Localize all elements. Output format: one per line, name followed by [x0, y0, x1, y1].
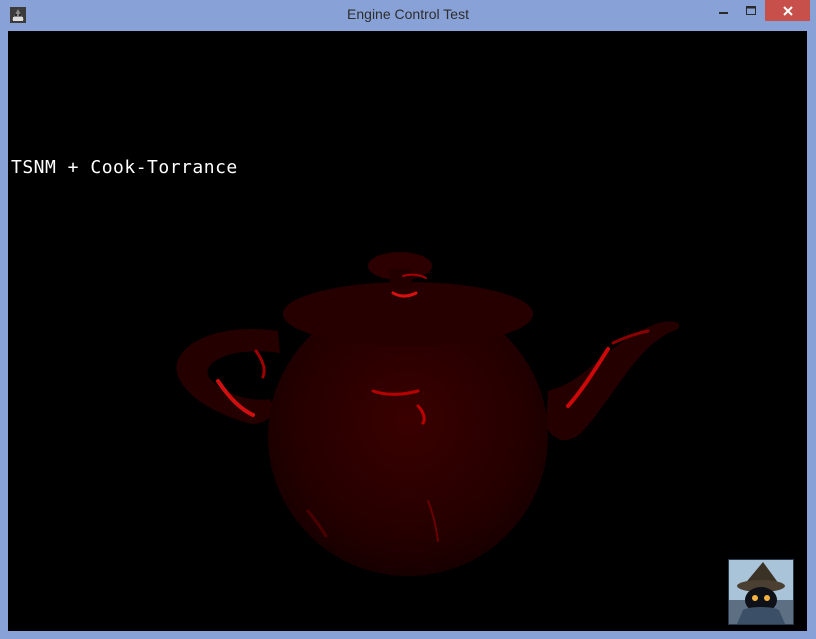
maximize-icon	[746, 5, 756, 15]
overlay-label: TSNM + Cook-Torrance	[11, 157, 238, 178]
title-bar[interactable]: Engine Control Test	[0, 0, 816, 30]
teapot-render	[176, 252, 680, 576]
app-window: Engine Control Test TSNM + Cook-Torrance	[0, 0, 816, 639]
render-viewport[interactable]: TSNM + Cook-Torrance	[8, 31, 807, 631]
close-icon	[782, 5, 793, 16]
wizard-avatar	[728, 559, 794, 625]
close-button[interactable]	[765, 0, 810, 21]
maximize-button[interactable]	[738, 0, 764, 21]
minimize-icon	[719, 11, 728, 14]
minimize-button[interactable]	[711, 0, 737, 21]
window-title: Engine Control Test	[347, 6, 469, 22]
